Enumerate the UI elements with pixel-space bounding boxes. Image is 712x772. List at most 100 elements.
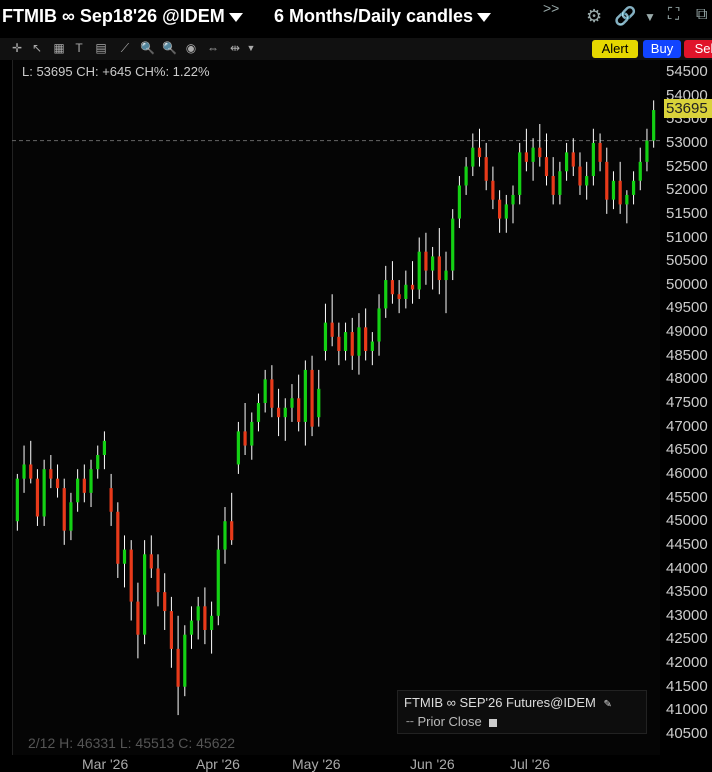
candle-down bbox=[149, 554, 153, 569]
candle-up bbox=[256, 403, 261, 422]
y-tick-label: 47500 bbox=[666, 394, 708, 411]
candle-down bbox=[176, 648, 180, 687]
legend-title: FTMIB ∞ SEP'26 Futures@IDEM ✎ bbox=[404, 695, 612, 710]
candle-down bbox=[350, 332, 354, 356]
candle-up bbox=[323, 322, 328, 351]
y-tick-label: 50500 bbox=[666, 252, 708, 270]
y-tick-label: 40500 bbox=[666, 725, 708, 742]
candle-down bbox=[524, 152, 528, 162]
y-tick-label: 52500 bbox=[666, 157, 708, 175]
candle-up bbox=[504, 204, 508, 219]
candle-up bbox=[531, 147, 535, 162]
candle-down bbox=[230, 521, 234, 541]
y-tick-label: 41500 bbox=[666, 677, 708, 695]
candle-up bbox=[625, 194, 629, 205]
candle-down bbox=[82, 478, 86, 493]
candle-down bbox=[330, 322, 334, 337]
candle-up bbox=[196, 606, 200, 621]
candle-up bbox=[384, 280, 388, 309]
x-tick-label: Mar '26 bbox=[82, 756, 129, 772]
candle-down bbox=[35, 478, 40, 517]
candle-up bbox=[69, 502, 73, 531]
candle-down bbox=[598, 142, 602, 162]
candle-up bbox=[263, 379, 267, 403]
candle-up bbox=[317, 388, 321, 418]
candle-up bbox=[283, 407, 287, 418]
price-readout: L: 53695 CH: +645 CH%: 1.22% bbox=[22, 64, 210, 79]
y-tick-label: 44500 bbox=[666, 535, 708, 553]
candle-up bbox=[431, 256, 435, 271]
candle-up bbox=[645, 140, 649, 162]
y-tick-label: 48500 bbox=[666, 346, 708, 364]
candle-down bbox=[163, 592, 167, 612]
candle-down bbox=[551, 176, 555, 195]
y-tick-label: 48000 bbox=[666, 370, 708, 388]
y-tick-label: 51000 bbox=[666, 228, 708, 246]
candle-up bbox=[216, 549, 220, 616]
y-tick-label: 44000 bbox=[666, 559, 708, 577]
y-tick-label: 51500 bbox=[666, 204, 708, 222]
candle-up bbox=[652, 110, 656, 141]
candle-up bbox=[638, 161, 642, 181]
candle-down bbox=[243, 431, 247, 446]
y-tick-label: 47000 bbox=[666, 417, 708, 435]
candle-up bbox=[558, 171, 562, 195]
candle-down bbox=[477, 147, 482, 158]
candle-down bbox=[578, 166, 582, 186]
candle-up bbox=[42, 469, 46, 517]
y-tick-label: 41000 bbox=[666, 701, 708, 719]
y-tick-label: 45500 bbox=[666, 488, 708, 506]
candle-up bbox=[15, 478, 19, 522]
candle-up bbox=[417, 251, 421, 290]
x-tick-label: Jun '26 bbox=[410, 756, 455, 772]
x-tick-label: May '26 bbox=[292, 756, 341, 772]
candle-down bbox=[310, 369, 314, 427]
candle-up bbox=[209, 615, 214, 630]
candle-up bbox=[22, 464, 26, 479]
candlestick-chart bbox=[12, 100, 660, 716]
candle-down bbox=[136, 601, 140, 635]
y-tick-label: 42500 bbox=[666, 630, 708, 648]
candle-up bbox=[591, 142, 595, 177]
candle-down bbox=[364, 327, 368, 351]
candle-down bbox=[29, 464, 33, 479]
candle-down bbox=[605, 161, 609, 200]
candle-up bbox=[564, 152, 569, 172]
candle-down bbox=[397, 294, 401, 299]
candle-up bbox=[143, 554, 147, 635]
candle-down bbox=[270, 379, 274, 408]
candle-up bbox=[585, 176, 589, 186]
dashed-line-icon: ╌ bbox=[406, 714, 414, 729]
candle-down bbox=[116, 511, 120, 564]
legend-box[interactable]: FTMIB ∞ SEP'26 Futures@IDEM ✎ ╌ Prior Cl… bbox=[397, 690, 647, 734]
x-tick-label: Apr '26 bbox=[196, 756, 240, 772]
candle-up bbox=[250, 421, 254, 446]
legend-prior-close[interactable]: ╌ Prior Close bbox=[406, 714, 498, 730]
y-tick-label: 42000 bbox=[666, 654, 708, 672]
settings-icon[interactable]: ✎ bbox=[603, 699, 611, 710]
candle-up bbox=[96, 455, 100, 470]
checkbox-icon[interactable] bbox=[489, 718, 498, 727]
candle-down bbox=[497, 199, 502, 219]
candle-up bbox=[357, 327, 361, 356]
candle-up bbox=[451, 218, 455, 271]
candle-down bbox=[276, 407, 281, 418]
y-tick-label: 54500 bbox=[666, 63, 708, 80]
candle-down bbox=[337, 336, 341, 351]
y-tick-label: 45000 bbox=[666, 512, 708, 530]
candle-down bbox=[109, 488, 113, 512]
candle-down bbox=[169, 611, 174, 649]
candle-down bbox=[618, 180, 622, 205]
candle-down bbox=[484, 157, 488, 181]
candle-down bbox=[437, 256, 441, 281]
candle-down bbox=[491, 180, 495, 200]
y-tick-label: 43500 bbox=[666, 583, 708, 601]
y-tick-label: 49500 bbox=[666, 299, 708, 317]
candle-down bbox=[410, 284, 415, 290]
candle-up bbox=[122, 549, 127, 564]
y-tick-label: 46000 bbox=[666, 464, 708, 482]
candle-up bbox=[236, 431, 240, 465]
candle-up bbox=[189, 620, 194, 635]
candle-down bbox=[55, 478, 60, 489]
candle-up bbox=[464, 166, 468, 186]
